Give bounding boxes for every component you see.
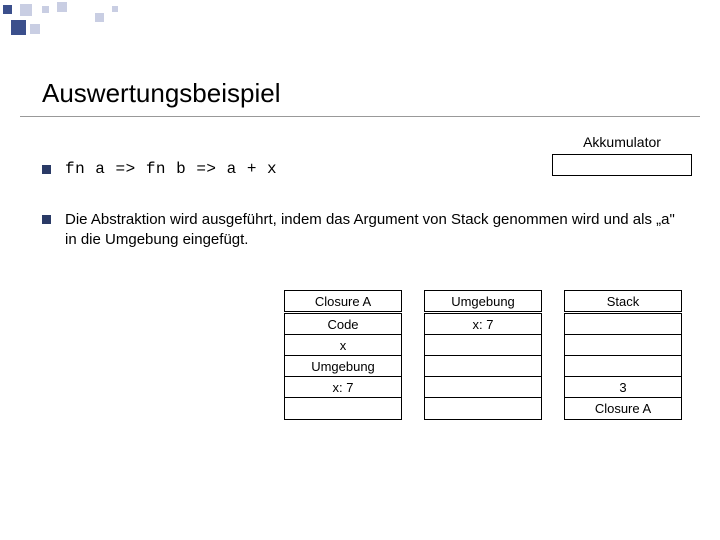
bullet-text: Die Abstraktion wird ausgeführt, indem d… <box>65 210 682 251</box>
table-row: Code <box>285 314 401 335</box>
table-row: Umgebung <box>285 356 401 377</box>
umgebung-column: Umgebung x: 7 <box>424 290 542 420</box>
akkumulator-label: Akkumulator <box>552 134 692 150</box>
closure-a-table: Code x Umgebung x: 7 <box>284 313 402 420</box>
umgebung-table: x: 7 <box>424 313 542 420</box>
stack-column: Stack 3 Closure A <box>564 290 682 420</box>
table-row <box>565 356 681 377</box>
bullet-icon <box>42 215 51 224</box>
tables-area: Closure A Code x Umgebung x: 7 Umgebung … <box>284 290 682 420</box>
table-row: x <box>285 335 401 356</box>
table-row: x: 7 <box>285 377 401 398</box>
bullet-2: Die Abstraktion wird ausgeführt, indem d… <box>42 210 682 251</box>
header-decoration <box>0 0 720 40</box>
bullet-1: fn a => fn b => a + x <box>42 160 682 178</box>
closure-a-header: Closure A <box>284 290 402 312</box>
table-row: Closure A <box>565 398 681 419</box>
table-row: 3 <box>565 377 681 398</box>
umgebung-header: Umgebung <box>424 290 542 312</box>
slide-title: Auswertungsbeispiel <box>42 78 280 109</box>
table-row <box>425 356 541 377</box>
table-row <box>425 377 541 398</box>
table-row <box>565 314 681 335</box>
stack-table: 3 Closure A <box>564 313 682 420</box>
title-underline <box>20 116 700 117</box>
closure-a-column: Closure A Code x Umgebung x: 7 <box>284 290 402 420</box>
table-row: x: 7 <box>425 314 541 335</box>
table-row <box>425 335 541 356</box>
bullet-icon <box>42 165 51 174</box>
stack-header: Stack <box>564 290 682 312</box>
table-row <box>425 398 541 419</box>
code-expression: fn a => fn b => a + x <box>65 160 277 178</box>
table-row <box>565 335 681 356</box>
table-row <box>285 398 401 419</box>
